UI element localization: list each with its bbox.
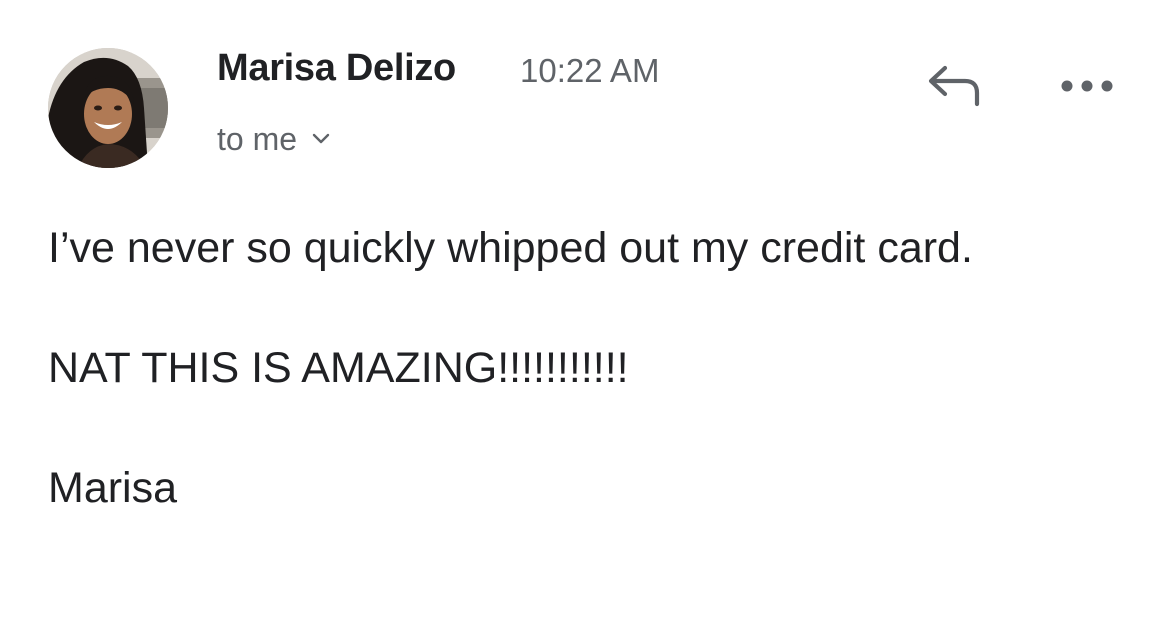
email-body: I’ve never so quickly whipped out my cre… — [48, 218, 1108, 518]
recipient-label: to me — [217, 120, 298, 157]
sender-avatar[interactable] — [48, 48, 168, 168]
more-options-icon — [1061, 80, 1113, 92]
recipient-details-toggle[interactable]: to me — [217, 119, 331, 159]
more-options-button[interactable] — [1054, 66, 1120, 106]
reply-icon — [928, 65, 980, 107]
chevron-down-icon — [312, 133, 330, 144]
email-timestamp: 10:22 AM — [520, 52, 660, 89]
body-paragraph: NAT THIS IS AMAZING!!!!!!!!!!! — [48, 344, 629, 392]
avatar-photo — [48, 48, 168, 168]
email-header: Marisa Delizo 10:22 AM to me — [0, 0, 1170, 180]
reply-button[interactable] — [918, 58, 990, 114]
sender-name[interactable]: Marisa Delizo — [217, 47, 456, 90]
email-signature: Marisa — [48, 464, 178, 512]
body-paragraph: I’ve never so quickly whipped out my cre… — [48, 224, 973, 272]
